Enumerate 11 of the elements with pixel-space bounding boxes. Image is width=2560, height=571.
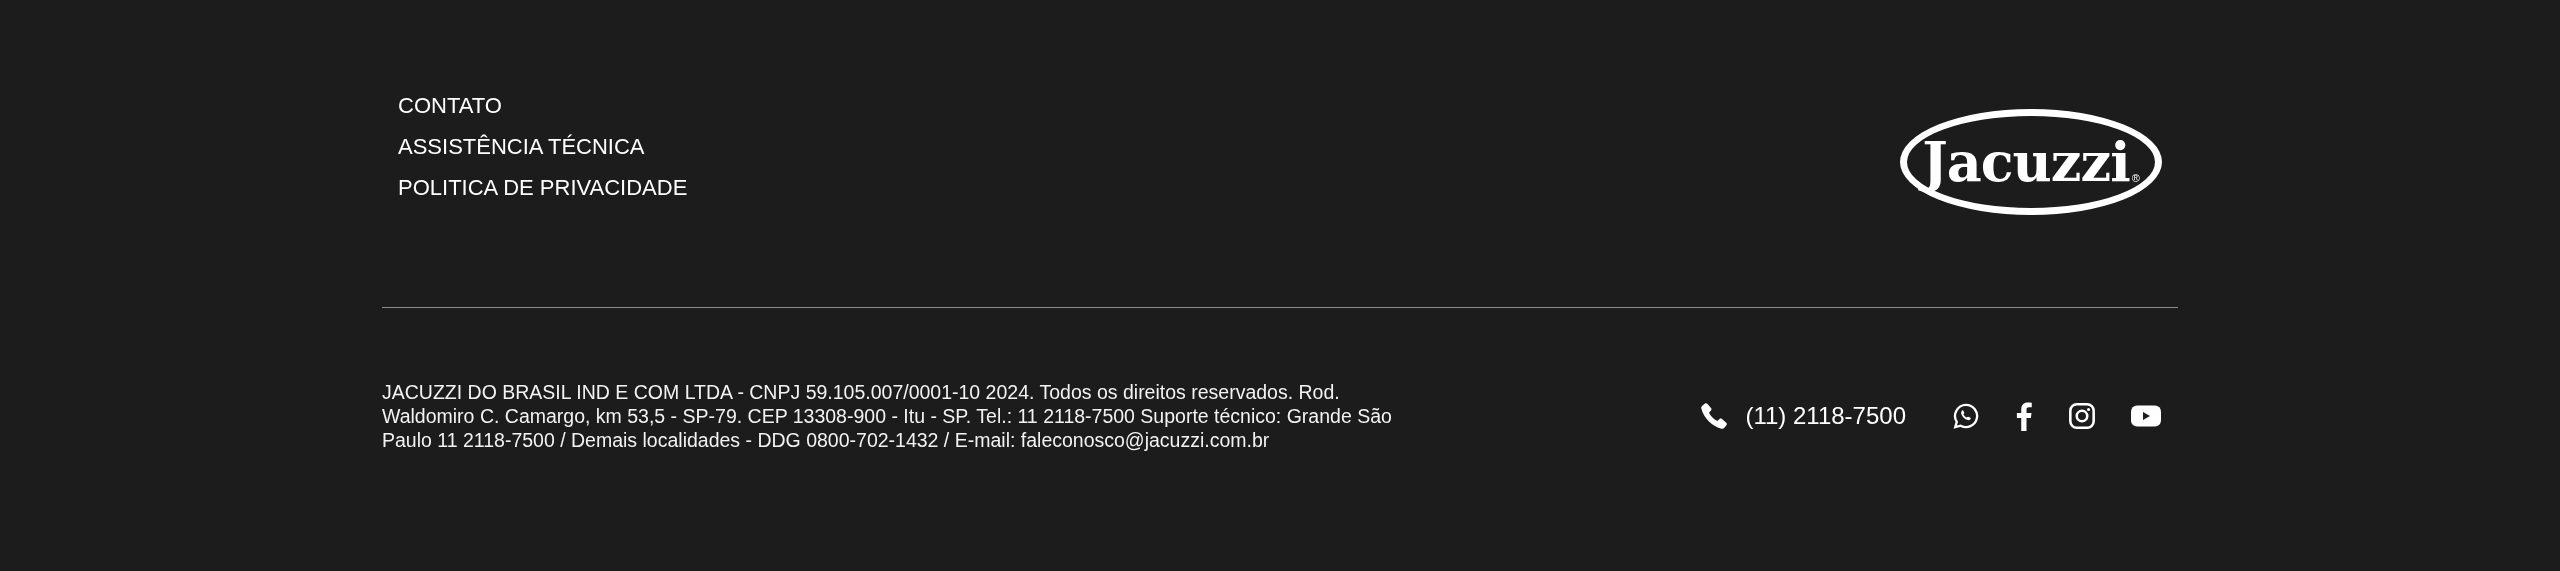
legal-text: JACUZZI DO BRASIL IND E COM LTDA - CNPJ 59.105.007/0001-10 2024. Todos os direitos reservados. Rod. Waldomiro C. Camargo, km 53,5 - SP-79. CEP 13308-900 - Itu - SP. Tel.: 11 2118-7500 Suporte técnico: Grande São Paulo 11 2118-7500 / Demais localidades - DDG 0800-702-1432 / E-mail: faleconosco@jacuzzi.com.br (382, 380, 1393, 452)
instagram-icon[interactable] (2068, 402, 2096, 430)
whatsapp-icon[interactable] (1952, 402, 1980, 430)
footer-link[interactable]: POLITICA DE PRIVACIDADE (398, 174, 688, 201)
registered-mark: ® (2131, 172, 2140, 184)
youtube-icon[interactable] (2130, 404, 2162, 428)
footer-link[interactable]: ASSISTÊNCIA TÉCNICA (398, 133, 688, 160)
facebook-icon[interactable] (2014, 401, 2034, 431)
footer-link[interactable]: CONTATO (398, 92, 688, 119)
phone-number: (11) 2118-7500 (1745, 402, 1906, 430)
phone-icon (1699, 401, 1730, 431)
